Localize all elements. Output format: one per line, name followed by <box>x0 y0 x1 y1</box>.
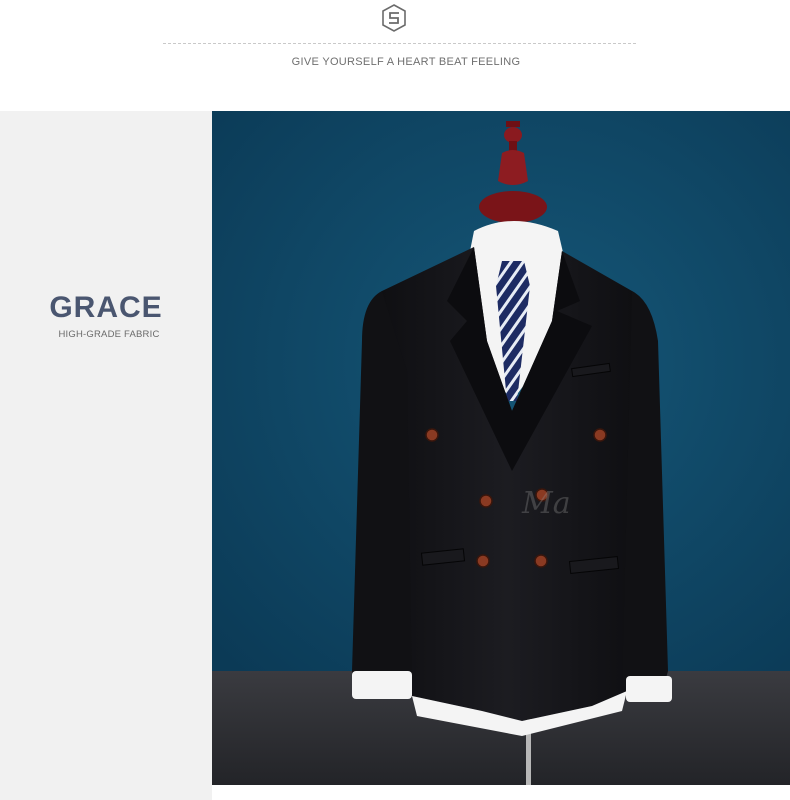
side-title: GRACE <box>49 291 163 324</box>
product-photo: Ma <box>212 111 790 785</box>
watermark: Ma <box>522 486 571 521</box>
tagline: GIVE YOURSELF A HEART BEAT FEELING <box>291 56 521 68</box>
right-cuff <box>626 676 672 702</box>
left-cuff <box>352 671 412 699</box>
header-divider <box>163 43 636 44</box>
side-panel: GRACE HIGH-GRADE FABRIC <box>0 111 212 800</box>
header: GIVE YOURSELF A HEART BEAT FEELING <box>0 0 790 110</box>
brand-logo-icon <box>379 2 409 34</box>
side-subtitle: HIGH-GRADE FABRIC <box>58 329 160 340</box>
